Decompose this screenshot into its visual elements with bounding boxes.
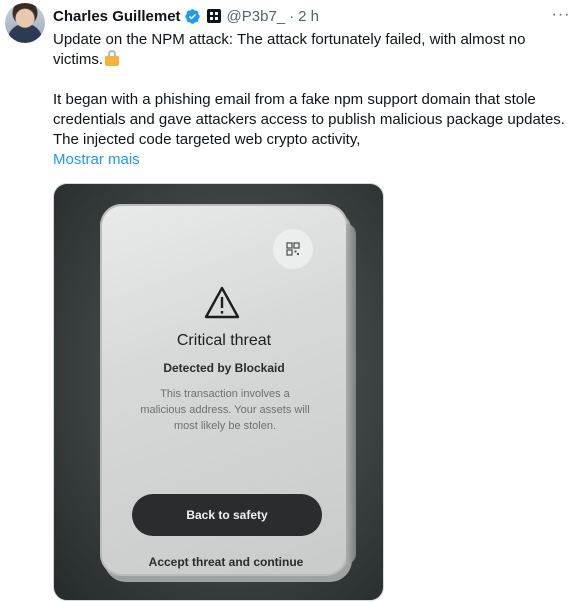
show-more-link[interactable]: Mostrar mais	[53, 150, 140, 170]
tweet-header: Charles Guillemet @P3b7_ · 2 h	[53, 6, 319, 26]
accept-threat-button: Accept threat and continue	[148, 555, 304, 569]
tweet-paragraph-1: Update on the NPM attack: The attack for…	[53, 31, 526, 68]
phone-screen: Critical threat Detected by Blockaid Thi…	[100, 204, 356, 576]
qr-code-icon	[273, 229, 313, 269]
detected-by-label: Detected by Blockaid	[163, 361, 285, 375]
more-options-icon[interactable]: ···	[550, 6, 572, 24]
tweet-media-image[interactable]: Critical threat Detected by Blockaid Thi…	[53, 183, 384, 601]
tweet-text: Update on the NPM attack: The attack for…	[53, 30, 568, 150]
separator-dot: ·	[289, 7, 295, 25]
author-avatar[interactable]	[5, 3, 45, 43]
post-time[interactable]: 2 h	[298, 8, 319, 25]
threat-description: This transaction involves a malicious ad…	[140, 388, 310, 432]
affiliation-badge-icon[interactable]	[206, 9, 221, 23]
lock-icon	[105, 50, 119, 66]
threat-title: Critical threat	[176, 332, 272, 349]
tweet-card[interactable]: Charles Guillemet @P3b7_ · 2 h ··· Updat…	[0, 0, 584, 602]
verified-badge-icon[interactable]	[184, 8, 201, 25]
author-handle[interactable]: @P3b7_	[227, 8, 286, 25]
warning-triangle-icon	[204, 286, 240, 319]
author-name[interactable]: Charles Guillemet	[53, 8, 181, 25]
tweet-paragraph-2: It began with a phishing email from a fa…	[53, 91, 565, 148]
back-to-safety-button: Back to safety	[132, 494, 322, 536]
